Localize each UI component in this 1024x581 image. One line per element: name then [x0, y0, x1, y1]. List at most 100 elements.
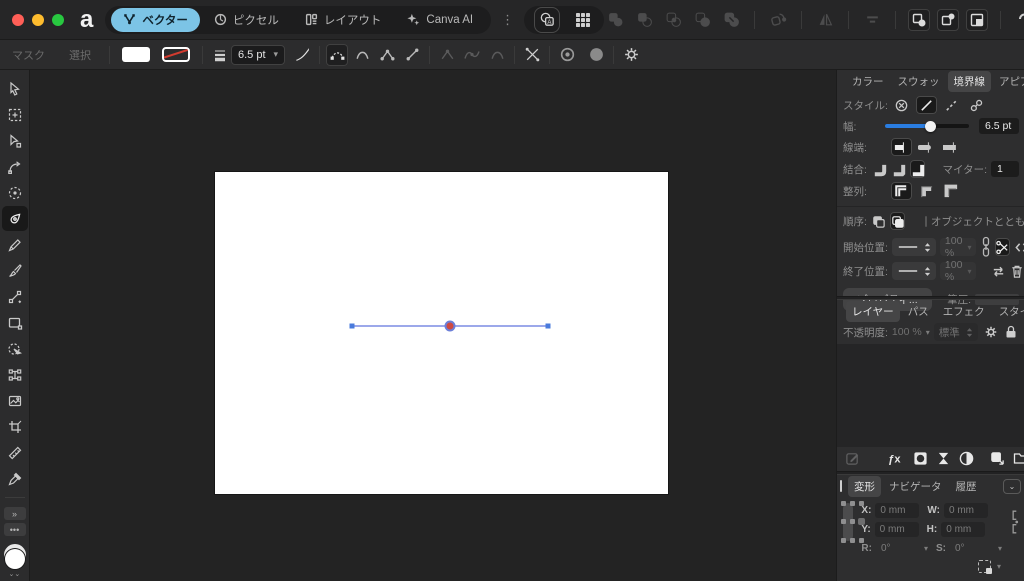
divide-icon[interactable]	[691, 9, 713, 31]
tab-effects[interactable]: エフェク	[937, 301, 991, 322]
persona-layout[interactable]: レイアウト	[293, 8, 394, 32]
smooth-node-icon[interactable]	[461, 44, 483, 66]
path-end-node[interactable]	[350, 324, 355, 329]
slider-thumb[interactable]	[925, 121, 936, 132]
snap-bounding-box-icon[interactable]	[966, 9, 988, 31]
y-field[interactable]: 0 mm	[875, 522, 919, 537]
kebab-menu-icon[interactable]: ⋮	[501, 12, 514, 28]
link-icon[interactable]	[981, 236, 991, 258]
smart-mode-icon[interactable]	[351, 44, 373, 66]
tab-paths[interactable]: パス	[902, 301, 935, 322]
zoom-window-button[interactable]	[52, 14, 64, 26]
mask-icon[interactable]	[913, 447, 928, 469]
vector-brush-tool[interactable]	[2, 258, 28, 283]
persona-pixel[interactable]: ピクセル	[202, 8, 291, 32]
angle-brackets-icon[interactable]	[1014, 238, 1024, 256]
artboard-tool[interactable]	[2, 102, 28, 127]
minimize-window-button[interactable]	[32, 14, 44, 26]
snap-candidates-icon[interactable]	[908, 9, 930, 31]
pen-tool[interactable]	[2, 206, 28, 231]
subtract-icon[interactable]	[633, 9, 655, 31]
swap-colors-icon[interactable]: ⌄⌄	[9, 570, 21, 578]
x-field[interactable]: 0 mm	[875, 503, 919, 518]
point-transform-tool[interactable]	[2, 180, 28, 205]
break-curve-icon[interactable]	[521, 44, 543, 66]
chevron-down-icon[interactable]: ▾	[998, 544, 1002, 553]
pencil-tool[interactable]	[2, 232, 28, 257]
add-icon[interactable]	[604, 9, 626, 31]
stroke-width-select[interactable]: 6.5 pt ▾	[231, 45, 285, 65]
close-curve-icon[interactable]	[556, 44, 578, 66]
with-object-checkbox[interactable]	[925, 216, 927, 227]
node-tool[interactable]	[2, 128, 28, 153]
scissors-icon[interactable]	[995, 238, 1010, 256]
close-window-button[interactable]	[12, 14, 24, 26]
edit-layer-icon[interactable]	[845, 447, 860, 469]
tab-styles[interactable]: スタイル	[993, 301, 1024, 322]
measure-tool[interactable]	[2, 440, 28, 465]
gear-icon[interactable]	[982, 323, 999, 341]
tab-appearance[interactable]: アピアラ	[993, 71, 1024, 92]
persona-vector[interactable]: ベクター	[111, 8, 200, 32]
layers-list[interactable]	[837, 344, 1024, 447]
align-inside-icon[interactable]	[916, 182, 937, 200]
dashed-stroke-icon[interactable]	[941, 96, 962, 114]
chevron-down-icon[interactable]: ▾	[924, 544, 928, 553]
none-stroke-icon[interactable]	[891, 96, 912, 114]
tab-stroke[interactable]: 境界線	[948, 71, 992, 92]
swap-arrows-icon[interactable]	[991, 262, 1006, 280]
start-style-select[interactable]	[892, 238, 936, 256]
collapse-panel-button[interactable]: ⌄	[1003, 479, 1021, 494]
blend-mode-select[interactable]: 標準	[934, 323, 978, 341]
texture-stroke-icon[interactable]	[966, 96, 987, 114]
bevel-join-icon[interactable]	[891, 160, 906, 178]
sharp-node-icon[interactable]	[436, 44, 458, 66]
miter-join-icon[interactable]	[910, 160, 925, 178]
fill-color-circle[interactable]	[5, 549, 25, 569]
polygon-mode-icon[interactable]	[376, 44, 398, 66]
round-join-icon[interactable]	[872, 160, 887, 178]
miter-field[interactable]: 1	[991, 161, 1019, 177]
snap-to-nodes-icon[interactable]	[937, 9, 959, 31]
combine-icon[interactable]	[720, 9, 742, 31]
canvas-viewport[interactable]	[30, 70, 836, 581]
fx-icon[interactable]: ƒx	[888, 447, 905, 469]
alignment-icon[interactable]	[861, 9, 883, 31]
tab-color[interactable]: カラー	[846, 71, 890, 92]
move-tool[interactable]	[2, 76, 28, 101]
persona-canva-ai[interactable]: Canva AI	[395, 8, 485, 32]
tab-swatches[interactable]: スウォッ	[892, 71, 946, 92]
solid-stroke-icon[interactable]	[916, 96, 937, 114]
stroke-profile-icon[interactable]	[291, 44, 313, 66]
reverse-curve-icon[interactable]	[585, 44, 607, 66]
line-mode-icon[interactable]	[401, 44, 423, 66]
align-outside-icon[interactable]	[941, 182, 962, 200]
tab-navigator[interactable]: ナビゲータ	[883, 476, 948, 497]
tab-layers[interactable]: レイヤー	[846, 301, 900, 322]
crop-tool[interactable]	[2, 414, 28, 439]
mesh-warp-tool[interactable]	[2, 362, 28, 387]
stroke-width-field[interactable]: 6.5 pt	[979, 118, 1019, 134]
stroke-width-slider[interactable]	[885, 124, 969, 128]
behind-icon[interactable]	[871, 212, 886, 230]
insert-target-icon[interactable]	[767, 9, 789, 31]
lock-icon[interactable]	[1003, 323, 1019, 341]
pen-mode-icon[interactable]	[326, 44, 348, 66]
fill-tool[interactable]	[2, 284, 28, 309]
pen-path-preview[interactable]	[215, 172, 668, 494]
in-front-icon[interactable]	[890, 212, 905, 230]
fill-layer-icon[interactable]	[959, 447, 974, 469]
start-percent-select[interactable]: 100 % ▾	[940, 238, 977, 256]
path-end-node[interactable]	[546, 324, 551, 329]
s-field[interactable]: 0°	[950, 541, 994, 556]
document-page[interactable]	[215, 172, 668, 494]
butt-cap-icon[interactable]	[891, 138, 912, 156]
expand-tools-button[interactable]: »	[4, 507, 26, 520]
tab-history[interactable]: 履歴	[950, 476, 983, 497]
r-field[interactable]: 0°	[876, 541, 920, 556]
shape-builder-tool[interactable]	[2, 336, 28, 361]
trash-icon[interactable]	[1010, 262, 1024, 280]
move-inside-icon[interactable]	[990, 447, 1005, 469]
flip-horizontal-icon[interactable]	[814, 9, 836, 31]
adjustment-icon[interactable]	[936, 447, 951, 469]
